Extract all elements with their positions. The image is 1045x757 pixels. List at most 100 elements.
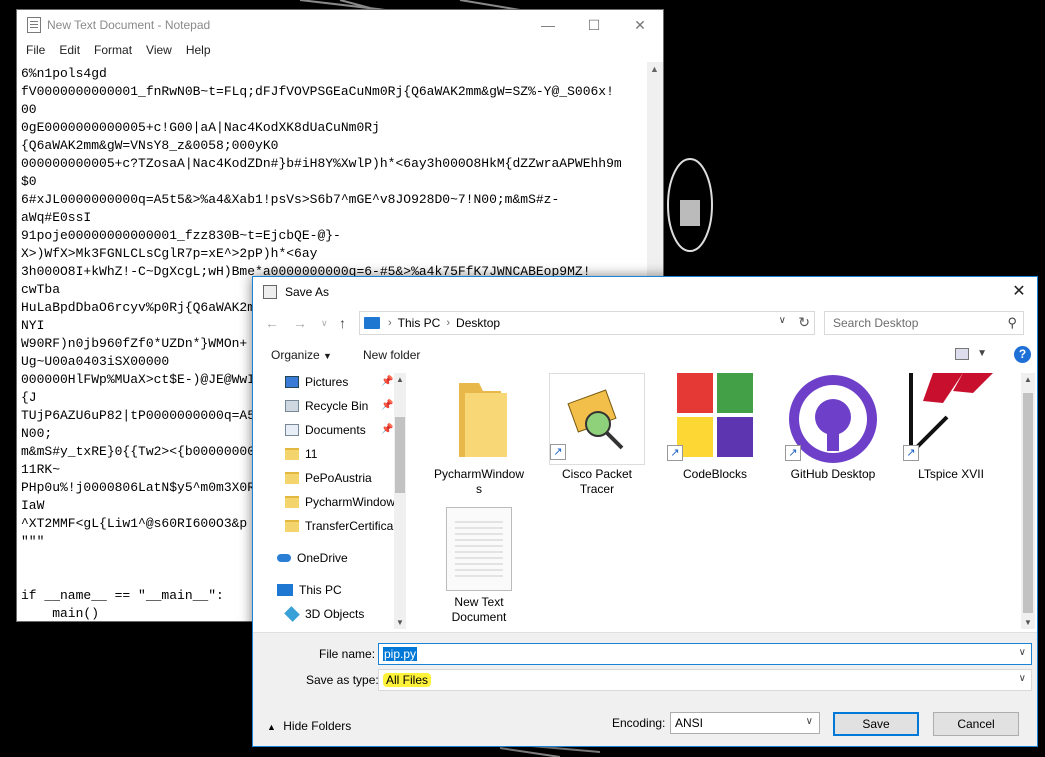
scroll-up-icon[interactable]: ▲	[396, 375, 404, 384]
folder-icon	[285, 496, 299, 508]
nav-label: TransferCertifica	[305, 519, 394, 533]
pin-icon: 📌	[381, 400, 394, 411]
recent-locations-icon[interactable]: ∨	[321, 318, 328, 329]
save-button[interactable]: Save	[833, 712, 919, 736]
this-pc-icon	[364, 317, 380, 329]
scroll-thumb[interactable]	[1023, 393, 1033, 613]
menu-view[interactable]: View	[139, 43, 179, 57]
notepad-icon	[27, 17, 41, 33]
this-pc-icon	[277, 584, 293, 596]
file-item-github-desktop[interactable]: ↗ GitHub Desktop	[775, 373, 891, 482]
scroll-up-icon[interactable]: ▲	[650, 64, 659, 74]
chevron-down-icon: ▼	[323, 351, 332, 361]
nav-item-3d-objects[interactable]: 3D Objects	[284, 603, 365, 625]
save-type-select[interactable]: All Files ∨	[378, 669, 1032, 691]
shortcut-arrow-icon: ↗	[550, 444, 566, 460]
menu-edit[interactable]: Edit	[52, 43, 87, 57]
chevron-up-icon: ▲	[267, 722, 276, 732]
minimize-button[interactable]: —	[525, 10, 571, 40]
search-input[interactable]: Search Desktop ⚲	[824, 311, 1024, 335]
file-item-pycharmwindows[interactable]: PycharmWindows	[421, 373, 537, 497]
maximize-button[interactable]: ☐	[571, 10, 617, 40]
address-bar[interactable]: › This PC › Desktop ∨ ↻	[359, 311, 815, 335]
organize-label: Organize	[271, 348, 320, 362]
nav-item-onedrive[interactable]: OneDrive	[277, 547, 348, 569]
search-icon: ⚲	[1007, 315, 1017, 330]
forward-arrow-icon[interactable]: →	[293, 315, 307, 331]
up-arrow-icon[interactable]: ↑	[339, 315, 346, 331]
nav-item-pictures[interactable]: Pictures	[285, 373, 348, 393]
nav-item-11[interactable]: 11	[285, 443, 317, 465]
dialog-title: Save As	[285, 285, 330, 299]
file-item-ltspice[interactable]: ↗ LTspice XVII	[893, 373, 1009, 482]
dialog-close-button[interactable]: ✕	[1007, 281, 1031, 303]
nav-item-this-pc[interactable]: This PC	[277, 579, 342, 601]
file-label: New Text Document	[451, 595, 507, 624]
folder-icon	[285, 472, 299, 484]
onedrive-icon	[277, 554, 291, 562]
nav-label: PePoAustria	[305, 471, 372, 485]
notepad-menubar: File Edit Format View Help	[17, 40, 663, 60]
encoding-label: Encoding:	[612, 716, 666, 730]
nav-item-pepoaustria[interactable]: PePoAustria	[285, 467, 372, 489]
scroll-down-icon[interactable]: ▼	[1024, 618, 1032, 627]
shortcut-arrow-icon: ↗	[785, 445, 801, 461]
breadcrumb-separator: ›	[446, 317, 451, 329]
menu-file[interactable]: File	[19, 43, 52, 57]
file-name-input[interactable]: pip.py ∨	[378, 643, 1032, 665]
nav-item-pycharmwindow[interactable]: PycharmWindow	[285, 491, 395, 513]
pictures-icon	[285, 376, 299, 388]
dialog-footer: File name: pip.py ∨ Save as type: All Fi…	[253, 632, 1037, 746]
breadcrumb-desktop[interactable]: Desktop	[456, 316, 500, 330]
nav-pane-scrollbar[interactable]: ▲ ▼	[394, 373, 406, 629]
file-label: LTspice XVII	[918, 467, 984, 481]
view-dropdown-icon[interactable]: ▼	[977, 348, 987, 359]
chevron-down-icon[interactable]: ∨	[1019, 673, 1026, 684]
address-dropdown-icon[interactable]: ∨	[779, 315, 786, 326]
refresh-icon[interactable]: ↻	[798, 314, 810, 331]
nav-label: 3D Objects	[305, 607, 365, 621]
save-as-titlebar[interactable]: Save As	[253, 277, 1037, 307]
organize-button[interactable]: Organize ▼	[271, 348, 332, 362]
nav-item-transfercertifica[interactable]: TransferCertifica	[285, 515, 393, 537]
scroll-up-icon[interactable]: ▲	[1024, 375, 1032, 384]
file-list: PycharmWindows ↗ Cisco Packet Tracer ↗ C…	[411, 373, 1021, 629]
text-document-icon	[446, 507, 512, 591]
file-item-new-text-document[interactable]: New Text Document	[421, 507, 537, 625]
file-item-cisco-packet-tracer[interactable]: ↗ Cisco Packet Tracer	[539, 373, 655, 497]
pin-icon: 📌	[381, 424, 394, 435]
file-label: PycharmWindows	[433, 467, 525, 496]
scroll-down-icon[interactable]: ▼	[396, 618, 404, 627]
encoding-select[interactable]: ANSI ∨	[670, 712, 820, 734]
file-item-codeblocks[interactable]: ↗ CodeBlocks	[657, 373, 773, 482]
cancel-button[interactable]: Cancel	[933, 712, 1019, 736]
nav-item-recycle-bin[interactable]: Recycle Bin	[285, 395, 368, 417]
nav-label: Pictures	[305, 375, 349, 389]
menu-format[interactable]: Format	[87, 43, 139, 57]
menu-help[interactable]: Help	[179, 43, 218, 57]
hide-folders-label: Hide Folders	[283, 719, 352, 733]
notepad-title: New Text Document - Notepad	[47, 18, 211, 32]
new-folder-button[interactable]: New folder	[363, 348, 420, 362]
view-options-icon[interactable]	[955, 348, 969, 360]
pin-icon: 📌	[381, 376, 394, 387]
nav-label: 11	[305, 447, 318, 461]
back-arrow-icon[interactable]: ←	[265, 315, 279, 331]
close-button[interactable]: ✕	[617, 10, 663, 40]
nav-label: PycharmWindow	[305, 495, 396, 509]
breadcrumb-this-pc[interactable]: This PC	[398, 316, 441, 330]
file-label: GitHub Desktop	[790, 467, 876, 481]
chevron-down-icon[interactable]: ∨	[1019, 647, 1026, 658]
file-list-scrollbar[interactable]: ▲ ▼	[1021, 373, 1035, 629]
folder-icon	[459, 383, 507, 457]
file-name-label: File name:	[319, 647, 376, 661]
hide-folders-button[interactable]: ▲ Hide Folders	[267, 719, 351, 733]
nav-label: This PC	[299, 583, 342, 597]
scroll-thumb[interactable]	[395, 417, 405, 493]
nav-item-documents[interactable]: Documents	[285, 419, 366, 441]
help-icon[interactable]: ?	[1014, 346, 1031, 363]
nav-label: OneDrive	[297, 551, 348, 565]
folder-icon	[285, 520, 299, 532]
shortcut-arrow-icon: ↗	[903, 445, 919, 461]
chevron-down-icon: ∨	[805, 716, 813, 727]
